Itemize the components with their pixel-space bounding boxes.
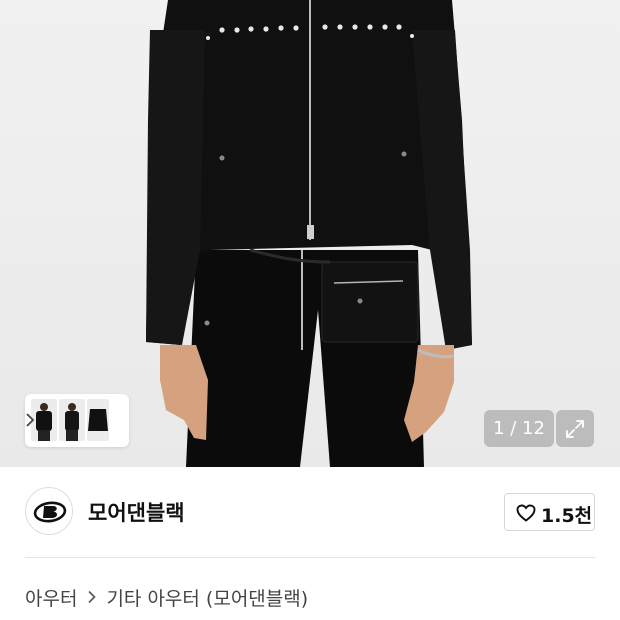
thumbnail-strip[interactable] xyxy=(25,394,129,447)
product-image-gallery[interactable]: 1 / 12 xyxy=(0,0,620,467)
thumbnail-3[interactable] xyxy=(87,399,109,441)
breadcrumb-item-outer[interactable]: 아우터 xyxy=(25,584,77,611)
divider xyxy=(25,557,595,558)
brand-name[interactable]: 모어댄블랙 xyxy=(88,497,185,527)
thumbnail-2[interactable] xyxy=(59,399,85,441)
like-button[interactable]: 1.5천 xyxy=(504,493,595,531)
breadcrumb-item-other-outer[interactable]: 기타 아우터 (모어댄블랙) xyxy=(106,584,308,611)
heart-icon xyxy=(516,504,536,522)
chevron-right-icon xyxy=(88,590,97,604)
brand-logo[interactable] xyxy=(25,487,73,535)
expand-image-button[interactable] xyxy=(556,410,594,447)
brand-row: 모어댄블랙 1.5천 xyxy=(25,486,595,538)
like-count: 1.5천 xyxy=(541,505,593,527)
brand-logo-icon xyxy=(33,501,67,523)
expand-icon xyxy=(566,420,584,438)
breadcrumb: 아우터 기타 아우터 (모어댄블랙) xyxy=(25,584,308,610)
image-page-counter: 1 / 12 xyxy=(484,410,554,447)
chevron-right-icon[interactable] xyxy=(25,412,35,428)
